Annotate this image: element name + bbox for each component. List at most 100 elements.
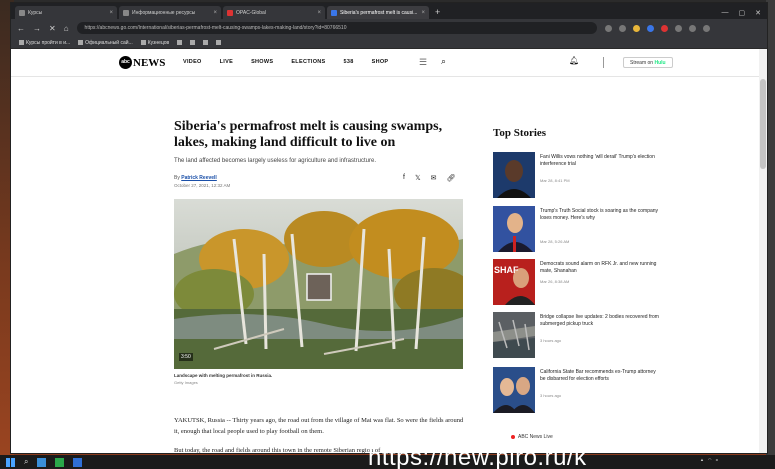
top-story-item[interactable]: SHAF Democrats sound alarm on RFK Jr. an…	[493, 259, 663, 309]
abc-news-logo[interactable]: abc NEWS	[119, 56, 165, 69]
taskbar-app-icon[interactable]	[55, 457, 65, 467]
link-icon[interactable]: 🔗︎	[446, 174, 455, 182]
url-watermark: https://new.plro.ru/k	[368, 444, 587, 469]
live-label: ABC News Live	[518, 434, 553, 440]
extension-icon[interactable]	[646, 24, 654, 32]
bookmark-label: Официальный сай...	[85, 39, 133, 46]
story-title: Democrats sound alarm on RFK Jr. and new…	[540, 261, 657, 274]
minimize-icon[interactable]: —	[722, 9, 729, 16]
nav-item-shows[interactable]: SHOWS	[251, 59, 273, 65]
close-window-icon[interactable]: ✕	[755, 9, 761, 17]
top-stories-title: Top Stories	[493, 127, 547, 139]
browser-window: Курсы × Информационные ресурсы × OPAC-Gl…	[10, 2, 768, 454]
nav-item-538[interactable]: 538	[344, 59, 354, 65]
folder-icon	[203, 40, 209, 45]
bookmark-folder[interactable]	[190, 40, 196, 45]
live-dot-icon	[511, 435, 515, 439]
stream-label: Stream on	[630, 60, 654, 66]
facebook-icon[interactable]: f	[403, 174, 405, 182]
nav-item-live[interactable]: LIVE	[220, 59, 233, 65]
story-thumbnail	[493, 152, 535, 198]
tab-favicon-icon	[123, 9, 129, 16]
top-story-item[interactable]: Fani Willis vows nothing 'will derail' T…	[493, 152, 663, 202]
bookmark-icon	[19, 40, 24, 45]
nav-menu: VIDEO LIVE SHOWS ELECTIONS 538 SHOP	[183, 59, 388, 65]
bookmark-item[interactable]: Курсы пройти в и...	[19, 40, 70, 46]
task-view-icon[interactable]	[37, 457, 47, 467]
extension-icon[interactable]	[660, 24, 668, 32]
email-icon[interactable]: ✉	[431, 174, 437, 182]
bookmark-folder[interactable]	[203, 40, 209, 45]
volume-icon[interactable]: ◂	[715, 457, 717, 462]
tab-kursy[interactable]: Курсы ×	[15, 6, 117, 19]
story-meta: 3 hours ago	[540, 393, 562, 398]
share-bar: f 𝕏 ✉ 🔗︎	[403, 174, 455, 182]
search-icon[interactable]: ⌕	[24, 457, 28, 467]
top-story-item[interactable]: Bridge collapse live updates: 2 bodies r…	[493, 312, 663, 362]
story-meta: Mar 28, 5:26 AM	[540, 239, 570, 244]
forward-icon[interactable]: →	[33, 24, 41, 33]
tab-close-icon[interactable]: ×	[109, 10, 113, 16]
windows-start-icon[interactable]	[6, 457, 15, 467]
tab-info-resources[interactable]: Информационные ресурсы ×	[119, 6, 221, 19]
bookmark-item[interactable]: Официальный сай...	[78, 40, 133, 46]
abc-news-live-link[interactable]: ABC News Live	[511, 434, 553, 440]
author-link[interactable]: Patrick Reevell	[181, 175, 217, 181]
play-button[interactable]	[306, 273, 332, 301]
story-meta: Mar 28, 8:41 PM	[540, 178, 570, 183]
web-page: abc NEWS VIDEO LIVE SHOWS ELECTIONS 538 …	[11, 49, 767, 453]
page-scrollbar[interactable]	[759, 49, 767, 453]
folder-icon	[190, 40, 196, 45]
taskbar-app-icon[interactable]	[73, 457, 83, 467]
x-twitter-icon[interactable]: 𝕏	[415, 174, 421, 182]
extension-icon[interactable]	[674, 24, 682, 32]
story-meta: Mar 26, 8:38 AM	[540, 279, 570, 284]
top-story-item[interactable]: California State Bar recommends ex-Trump…	[493, 367, 663, 417]
profile-icon[interactable]	[688, 24, 696, 32]
tab-favicon-icon	[227, 9, 233, 16]
tab-siberia-article[interactable]: Siberia's permafrost melt is causi... ×	[327, 6, 429, 19]
article-video-player[interactable]: 3:50	[174, 199, 463, 369]
close-icon[interactable]: ✕	[49, 24, 56, 33]
nav-item-shop[interactable]: SHOP	[372, 59, 389, 65]
tab-close-icon[interactable]: ×	[421, 10, 425, 16]
nav-item-elections[interactable]: ELECTIONS	[291, 59, 325, 65]
more-menu-icon[interactable]: ☰	[419, 57, 427, 68]
tab-close-icon[interactable]: ×	[317, 10, 321, 16]
article-dek: The land affected becomes largely useles…	[174, 158, 376, 164]
extension-icon[interactable]	[632, 24, 640, 32]
menu-icon[interactable]	[702, 24, 710, 32]
bookmark-item[interactable]: Кузнецов	[140, 40, 169, 46]
story-title: California State Bar recommends ex-Trump…	[540, 369, 656, 382]
tab-close-icon[interactable]: ×	[213, 10, 217, 16]
maximize-icon[interactable]: ▢	[739, 9, 746, 17]
bookmark-label: Курсы пройти в и...	[26, 39, 71, 46]
extension-icon[interactable]	[618, 24, 626, 32]
article-paragraph: YAKUTSK, Russia -- Thirty years ago, the…	[174, 417, 464, 435]
window-controls: — ▢ ✕	[722, 6, 768, 19]
tray-icon[interactable]: ▲	[700, 457, 704, 462]
new-tab-icon[interactable]: +	[431, 6, 444, 19]
story-thumbnail: SHAF	[493, 259, 535, 305]
permafrost-landscape-image	[174, 199, 463, 369]
extension-icon[interactable]	[604, 24, 612, 32]
home-icon[interactable]: ⌂	[64, 24, 69, 33]
scrollbar-thumb[interactable]	[760, 79, 766, 169]
logo-word: NEWS	[133, 56, 166, 69]
story-meta: 3 hours ago	[540, 338, 562, 343]
tab-opac-global[interactable]: OPAC-Global ×	[223, 6, 325, 19]
folder-icon	[177, 40, 183, 45]
top-story-item[interactable]: Trump's Truth Social stock is soaring as…	[493, 206, 663, 256]
nav-item-video[interactable]: VIDEO	[183, 59, 202, 65]
bookmark-folder[interactable]	[177, 40, 183, 45]
search-icon[interactable]: ⌕	[441, 56, 446, 67]
stream-on-hulu-button[interactable]: Stream on Hulu	[623, 57, 673, 68]
back-icon[interactable]: ←	[17, 24, 25, 33]
address-input[interactable]: https://abcnews.go.com/International/sib…	[76, 22, 597, 34]
network-icon[interactable]: ◠	[708, 457, 712, 462]
bookmark-icon	[78, 40, 84, 45]
bookmark-folder[interactable]	[216, 40, 222, 45]
hulu-logo: Hulu	[654, 60, 666, 66]
bell-icon[interactable]: 🔔︎	[569, 56, 579, 65]
story-title: Fani Willis vows nothing 'will derail' T…	[540, 154, 655, 167]
